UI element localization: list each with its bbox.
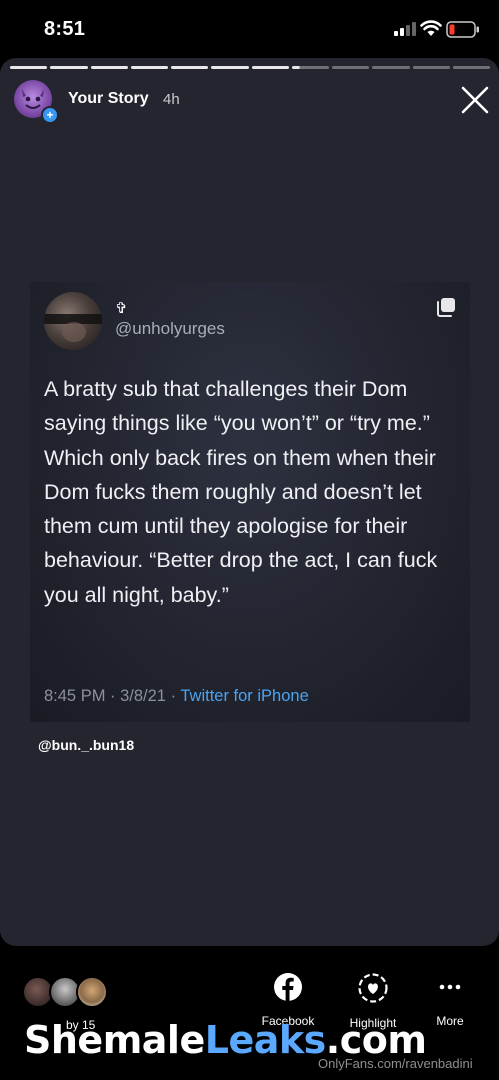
mention-sticker[interactable]: @bun._.bun18	[38, 737, 134, 753]
watermark-part2: Leaks	[204, 1018, 327, 1062]
progress-segment	[372, 66, 410, 69]
progress-segment	[412, 66, 450, 69]
copy-icon	[437, 298, 455, 317]
cellular-signal-icon	[394, 22, 416, 36]
viewers-avatars[interactable]	[22, 976, 112, 1010]
progress-segment	[452, 66, 490, 69]
progress-segment	[251, 66, 289, 69]
progress-segment	[90, 66, 128, 69]
battery-low-icon	[446, 21, 479, 38]
screen: 8:51 + Your Story 4h ✞ @unholyurges A br…	[0, 0, 499, 1080]
progress-segment	[130, 66, 168, 69]
story-progress-bar	[10, 66, 490, 69]
facebook-icon	[274, 973, 302, 1001]
watermark-part1: Shemale	[24, 1018, 205, 1062]
tweet-avatar	[44, 292, 102, 350]
story-username[interactable]: Your Story	[68, 90, 149, 108]
tweet-handle: @unholyurges	[115, 319, 225, 338]
tweet-text: A bratty sub that challenges their Dom s…	[44, 377, 438, 607]
watermark-credit: OnlyFans.com/ravenbadini	[318, 1056, 473, 1071]
highlight-heart-icon	[358, 973, 388, 1003]
viewer-avatar	[76, 976, 108, 1008]
tweet-display-name: ✞	[115, 300, 128, 317]
progress-segment	[171, 66, 209, 69]
wifi-icon	[420, 20, 442, 36]
tweet-meta: 8:45 PM · 3/8/21 · Twitter for iPhone	[44, 687, 309, 706]
tweet-screenshot: ✞ @unholyurges A bratty sub that challen…	[30, 282, 470, 722]
add-story-plus-icon[interactable]: +	[41, 106, 59, 124]
tweet-source: Twitter for iPhone	[180, 687, 309, 705]
progress-segment	[211, 66, 249, 69]
progress-segment	[10, 66, 48, 69]
progress-segment	[50, 66, 88, 69]
status-bar: 8:51	[0, 0, 499, 58]
status-time: 8:51	[44, 18, 86, 40]
progress-segment	[291, 66, 329, 69]
story-viewer[interactable]: + Your Story 4h ✞ @unholyurges A bratty …	[0, 58, 499, 946]
progress-segment	[332, 66, 370, 69]
story-age: 4h	[163, 91, 180, 108]
tweet-timestamp: 8:45 PM · 3/8/21 ·	[44, 687, 181, 705]
more-dots-icon	[439, 984, 461, 990]
close-icon[interactable]	[458, 83, 492, 117]
